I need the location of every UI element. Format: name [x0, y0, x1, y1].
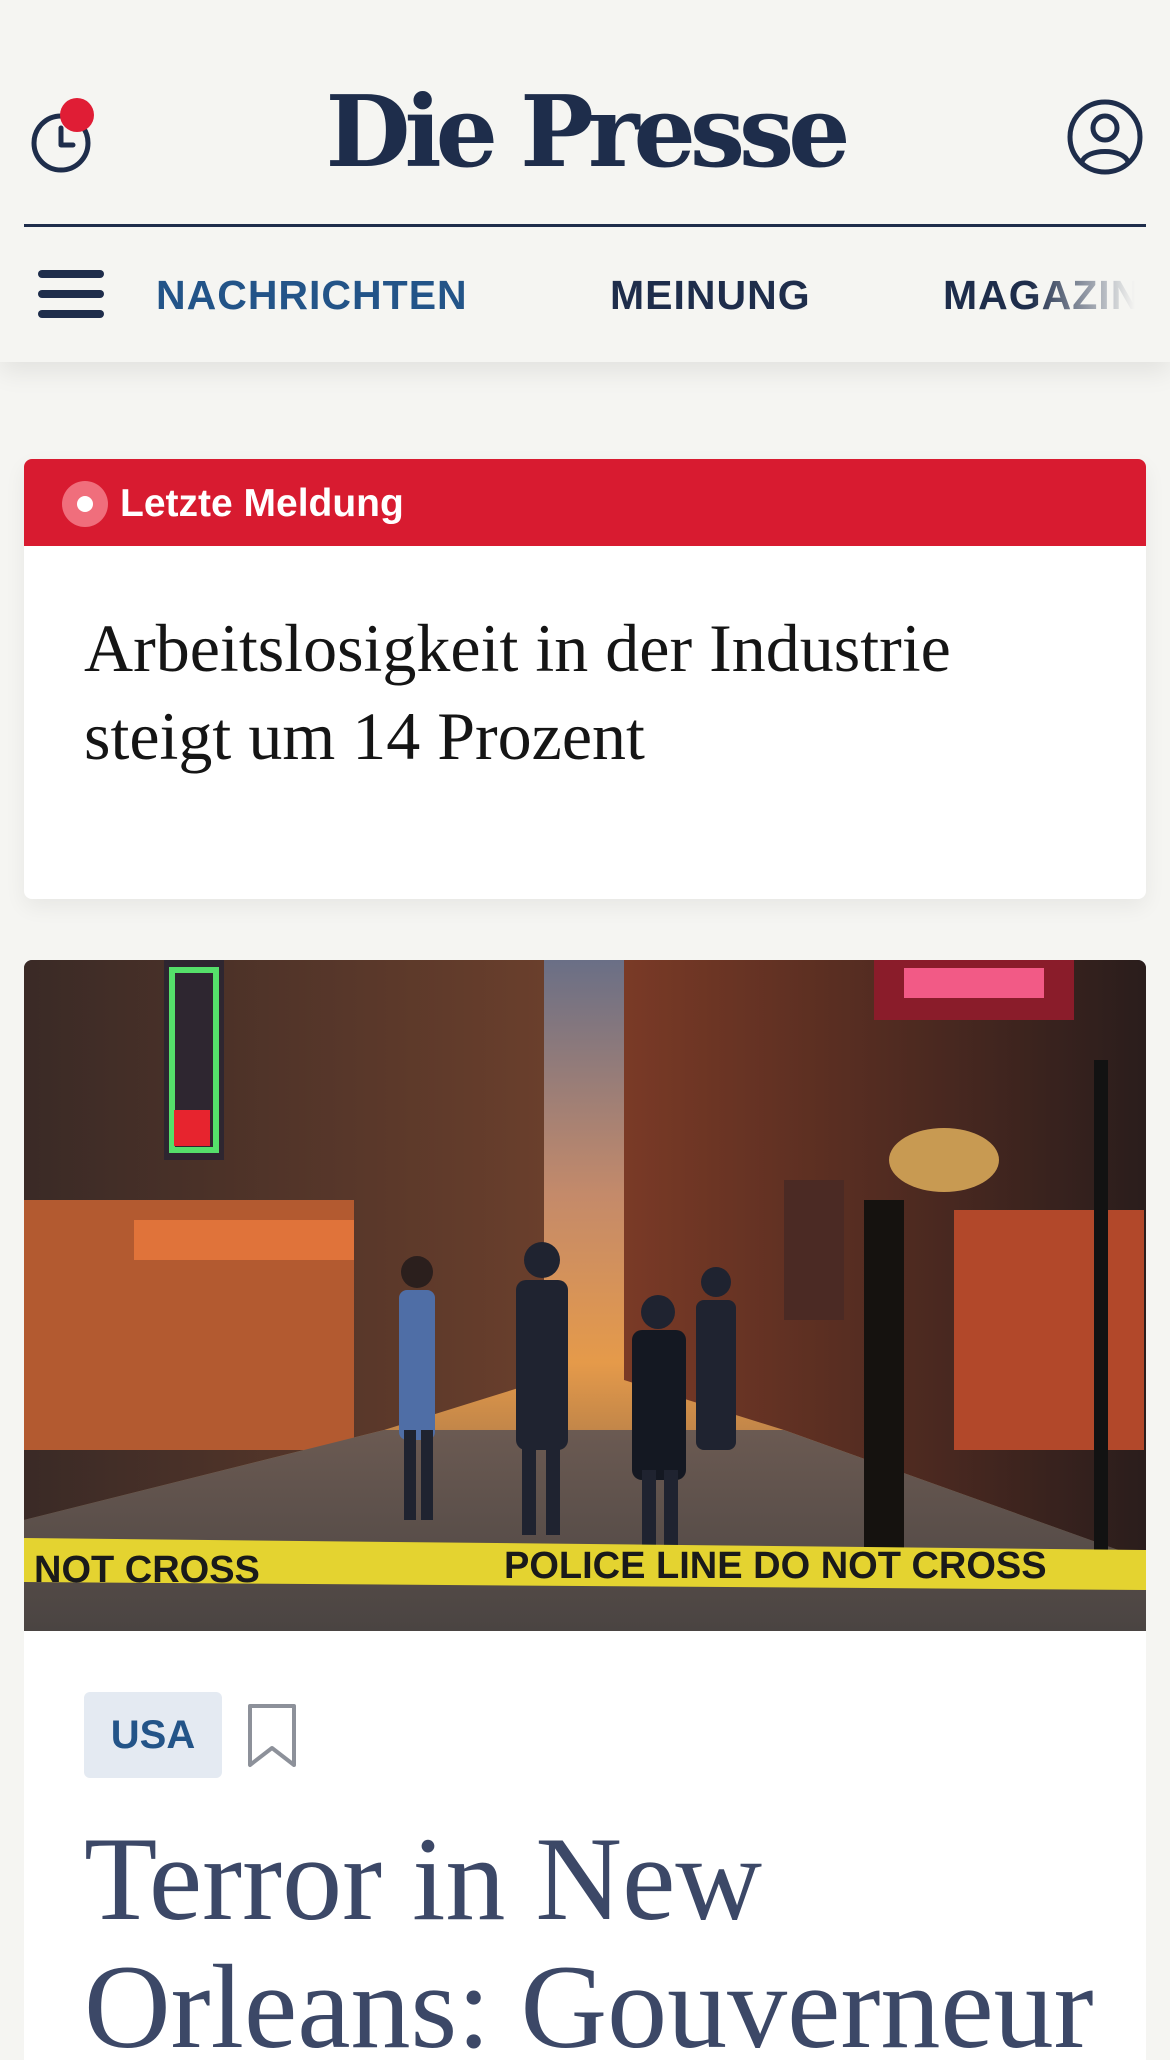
breaking-news-banner: Letzte Meldung	[24, 459, 1146, 546]
bookmark-icon[interactable]	[246, 1702, 298, 1770]
nav-item-meinung[interactable]: MEINUNG	[610, 270, 811, 320]
user-account-icon[interactable]	[1066, 98, 1144, 176]
svg-text:POLICE LINE DO NOT CROSS: POLICE LINE DO NOT CROSS	[504, 1545, 1047, 1587]
breaking-news-headline[interactable]: Arbeitslosigkeit in der Industrie steigt…	[84, 604, 1094, 780]
site-header: Die Presse NACHRICHTEN MEINUNG MAGAZIN	[0, 0, 1170, 362]
nav-item-nachrichten[interactable]: NACHRICHTEN	[156, 270, 468, 320]
breaking-news-label: Letzte Meldung	[120, 482, 404, 525]
hamburger-menu-icon[interactable]	[38, 266, 106, 322]
article-headline[interactable]: Terror in New Orleans: Gouverneur	[84, 1815, 1146, 2060]
breaking-news-card[interactable]: Letzte Meldung Arbeitslosigkeit in der I…	[24, 459, 1146, 899]
svg-text:NOT CROSS: NOT CROSS	[34, 1549, 260, 1591]
site-logo[interactable]: Die Presse	[0, 78, 1170, 188]
article-image[interactable]: NOT CROSS POLICE LINE DO NOT CROSS	[24, 960, 1146, 1631]
header-divider	[24, 224, 1146, 227]
live-indicator-icon	[62, 481, 108, 527]
article-card[interactable]: NOT CROSS POLICE LINE DO NOT CROSS USA T…	[24, 960, 1146, 2060]
nav-scroll-fade	[1030, 262, 1170, 332]
category-tag[interactable]: USA	[84, 1692, 222, 1778]
